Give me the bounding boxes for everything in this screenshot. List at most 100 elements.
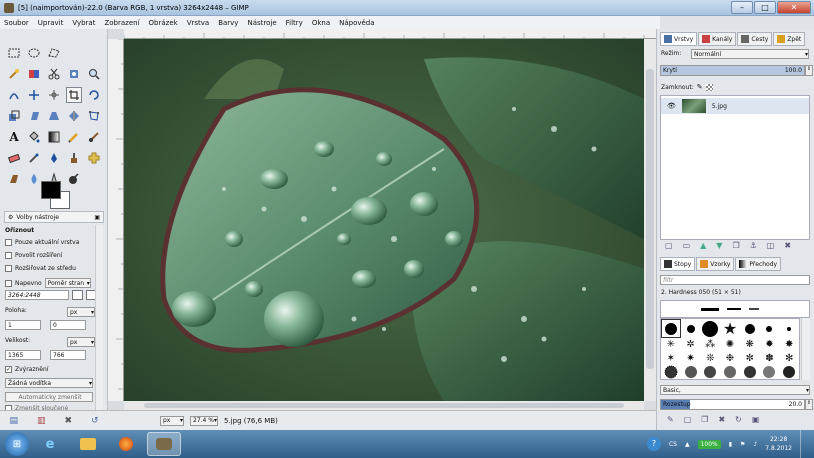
zoom-icon[interactable] — [86, 66, 102, 82]
brush-item[interactable]: ★ — [720, 319, 740, 338]
brush-line-icon[interactable] — [727, 308, 741, 310]
opacity-spin[interactable]: ⇕ — [805, 65, 813, 76]
shear-icon[interactable] — [26, 108, 42, 124]
brush-item[interactable]: ❉ — [720, 352, 740, 366]
paintbrush-icon[interactable] — [86, 129, 102, 145]
select-by-color-icon[interactable] — [26, 66, 42, 82]
flip-icon[interactable] — [66, 108, 82, 124]
spacing-slider[interactable]: Rozestup 20.0 — [660, 399, 805, 410]
brush-item[interactable] — [661, 319, 681, 338]
clock[interactable]: 22:28 7.8.2012 — [765, 435, 792, 453]
menu-filtry[interactable]: Filtry — [286, 19, 303, 27]
help-icon[interactable]: ? — [646, 437, 661, 451]
airbrush-icon[interactable] — [26, 150, 42, 166]
brush-item[interactable] — [720, 365, 740, 379]
paths-icon[interactable] — [6, 87, 22, 103]
tab-patterns[interactable]: Vzorky — [696, 257, 735, 271]
position-x-field[interactable]: 1 — [5, 320, 41, 330]
brush-item[interactable] — [760, 365, 780, 379]
tab-brushes[interactable]: Stopy — [660, 257, 696, 271]
brush-item[interactable]: ✽ — [760, 352, 780, 366]
position-y-field[interactable]: 0 — [50, 320, 86, 330]
fixed-mode-select[interactable]: Poměr stran ▾ — [44, 278, 91, 288]
tab-paths[interactable]: Cesty — [737, 32, 773, 46]
brush-item[interactable] — [700, 365, 720, 379]
allow-grow-option[interactable]: Povolit rozšíření — [5, 252, 62, 259]
ratio-field[interactable]: 3264:2448 — [5, 290, 69, 300]
delete-icon[interactable]: ✖ — [64, 416, 72, 426]
expand-center-checkbox[interactable] — [5, 265, 12, 272]
mask-icon[interactable]: ◫ — [767, 241, 775, 250]
start-button[interactable]: ⊞ — [5, 432, 29, 456]
brush-item[interactable]: ✹ — [760, 338, 780, 352]
menu-zobrazeni[interactable]: Zobrazení — [104, 19, 139, 27]
menu-vybrat[interactable]: Vybrat — [72, 19, 95, 27]
menu-vrstva[interactable]: Vrstva — [187, 19, 210, 27]
crop-icon[interactable] — [66, 87, 82, 103]
close-button[interactable]: ✕ — [777, 1, 811, 14]
brush-item[interactable] — [740, 319, 760, 338]
blend-icon[interactable] — [46, 129, 62, 145]
fuzzy-select-icon[interactable] — [6, 66, 22, 82]
blur-icon[interactable] — [26, 171, 42, 187]
tab-gradients[interactable]: Přechody — [735, 257, 782, 271]
unit-select[interactable]: px ▾ — [160, 415, 184, 426]
highlight-checkbox[interactable]: ✓ — [5, 366, 12, 373]
refresh-brushes-icon[interactable]: ↻ — [735, 415, 742, 424]
brush-item[interactable]: ✺ — [720, 338, 740, 352]
brush-item[interactable] — [779, 319, 799, 338]
brush-item[interactable]: ✼ — [740, 352, 760, 366]
free-select-icon[interactable] — [46, 45, 62, 61]
duplicate-layer-icon[interactable]: ❐ — [732, 241, 739, 250]
menu-napoveda[interactable]: Nápověda — [339, 19, 374, 27]
text-icon[interactable]: A — [6, 129, 22, 145]
eye-icon[interactable]: 👁 — [667, 102, 676, 110]
pencil-icon[interactable] — [66, 129, 82, 145]
layer-group-icon[interactable]: ▭ — [683, 241, 691, 250]
eraser-icon[interactable] — [6, 150, 22, 166]
vertical-ruler[interactable] — [108, 38, 124, 401]
ink-icon[interactable] — [46, 150, 62, 166]
guides-select[interactable]: Žádná vodítka ▾ — [5, 378, 93, 388]
tab-layers[interactable]: Vrstvy — [660, 32, 698, 46]
rotate-icon[interactable] — [86, 87, 102, 103]
taskbar-firefox[interactable] — [109, 432, 143, 456]
size-unit-select[interactable]: px ▾ — [67, 337, 95, 347]
menu-nastroje[interactable]: Nástroje — [247, 19, 276, 27]
tab-channels[interactable]: Kanály — [698, 32, 737, 46]
layer-row[interactable]: 👁 5.jpg — [661, 98, 809, 114]
taskbar-gimp[interactable] — [147, 432, 181, 456]
current-layer-only-checkbox[interactable] — [5, 239, 12, 246]
brush-scrollbar[interactable] — [801, 318, 810, 380]
tool-options-scrollbar[interactable] — [95, 225, 103, 410]
new-brush-icon[interactable]: ▢ — [684, 415, 692, 424]
language-indicator[interactable]: CS — [669, 441, 677, 448]
brush-item[interactable]: ✸ — [779, 338, 799, 352]
lock-pixels-icon[interactable]: ✎ — [697, 83, 703, 91]
bucket-fill-icon[interactable] — [26, 129, 42, 145]
foreground-select-icon[interactable] — [66, 66, 82, 82]
spacing-spin[interactable]: ⇕ — [805, 399, 813, 410]
menu-barvy[interactable]: Barvy — [218, 19, 238, 27]
menu-okna[interactable]: Okna — [312, 19, 330, 27]
show-desktop-button[interactable] — [800, 430, 810, 458]
dodge-burn-icon[interactable] — [66, 171, 82, 187]
menu-upravit[interactable]: Upravit — [38, 19, 64, 27]
brush-item[interactable]: ⁂ — [700, 338, 720, 352]
image-canvas[interactable] — [124, 39, 644, 401]
ellipse-select-icon[interactable] — [26, 45, 42, 61]
minimize-button[interactable]: – — [731, 1, 753, 14]
brush-item[interactable] — [760, 319, 780, 338]
size-height-field[interactable]: 766 — [50, 350, 86, 360]
tab-tool-options[interactable]: ⚙ Volby nástroje ▣ — [4, 211, 104, 223]
vertical-scrollbar[interactable] — [644, 39, 656, 401]
fixed-checkbox[interactable] — [5, 279, 12, 287]
brush-item[interactable]: ✻ — [779, 352, 799, 366]
taskbar-ie[interactable]: e — [33, 432, 67, 456]
brush-item[interactable]: ❋ — [740, 338, 760, 352]
size-width-field[interactable]: 1365 — [5, 350, 41, 360]
raise-layer-icon[interactable]: ▲ — [700, 241, 706, 250]
align-icon[interactable] — [46, 87, 62, 103]
mode-select[interactable]: Normální ▾ — [691, 49, 809, 59]
scissors-select-icon[interactable] — [46, 66, 62, 82]
